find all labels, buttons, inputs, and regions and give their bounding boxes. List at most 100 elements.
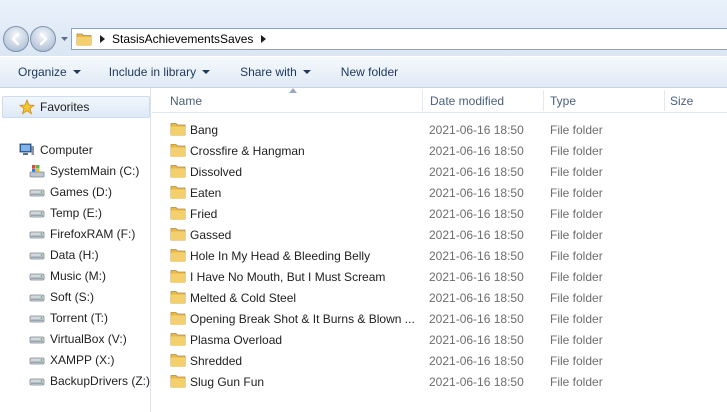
sidebar-item-drive[interactable]: FirefoxRAM (F:) <box>29 224 135 244</box>
sidebar-item-drive[interactable]: BackupDrivers (Z:) <box>29 371 150 391</box>
file-row[interactable]: Opening Break Shot & It Burns & Blown ..… <box>152 308 727 329</box>
file-name: Bang <box>190 122 219 137</box>
breadcrumb-separator[interactable] <box>98 35 106 43</box>
file-type: File folder <box>550 206 603 221</box>
file-date-modified: 2021-06-16 18:50 <box>429 164 524 179</box>
file-name: Dissolved <box>190 164 243 179</box>
organize-label: Organize <box>18 65 67 79</box>
folder-icon <box>170 312 186 325</box>
sidebar-item-label: VirtualBox (V:) <box>50 332 127 346</box>
sidebar-item-drive[interactable]: VirtualBox (V:) <box>29 329 127 349</box>
file-row[interactable]: Crossfire & Hangman 2021-06-16 18:50 File … <box>152 140 727 161</box>
file-date-modified: 2021-06-16 18:50 <box>429 374 524 389</box>
column-header-size[interactable]: Size <box>666 88 726 113</box>
new-folder-button[interactable]: New folder <box>331 57 408 87</box>
column-header-bar: Name Date modified Type Size <box>152 88 727 113</box>
column-header-name[interactable]: Name <box>166 88 422 113</box>
file-row[interactable]: Plasma Overload 2021-06-16 18:50 File fold… <box>152 329 727 350</box>
file-type: File folder <box>550 143 603 158</box>
chevron-right-icon <box>260 35 266 43</box>
sidebar-item-drive[interactable]: SystemMain (C:) <box>29 161 139 181</box>
file-type: File folder <box>550 269 603 284</box>
navigation-pane: Favorites Computer SystemMain (C:) Games … <box>0 88 151 412</box>
folder-icon <box>170 333 186 346</box>
folder-icon <box>170 144 186 157</box>
file-row[interactable]: Fried 2021-06-16 18:50 File folder <box>152 203 727 224</box>
forward-button[interactable] <box>30 26 56 52</box>
organize-button[interactable]: Organize <box>8 57 91 87</box>
sidebar-item-drive[interactable]: Temp (E:) <box>29 203 102 223</box>
sidebar-item-drive[interactable]: Soft (S:) <box>29 287 94 307</box>
folder-icon <box>170 291 186 304</box>
drive-icon <box>29 310 45 326</box>
drive-icon <box>29 373 45 389</box>
file-row[interactable]: Shredded 2021-06-16 18:50 File folder <box>152 350 727 371</box>
breadcrumb-separator[interactable] <box>259 35 267 43</box>
column-resizer[interactable] <box>422 90 423 111</box>
file-type: File folder <box>550 185 603 200</box>
column-resizer[interactable] <box>664 90 665 111</box>
folder-icon <box>170 354 186 367</box>
folder-icon <box>76 33 92 46</box>
sidebar-item-drive[interactable]: XAMPP (X:) <box>29 350 114 370</box>
star-icon <box>19 99 35 115</box>
recent-pages-dropdown[interactable] <box>60 33 69 45</box>
folder-icon <box>170 249 186 262</box>
file-date-modified: 2021-06-16 18:50 <box>429 227 524 242</box>
file-name: Eaten <box>190 185 222 200</box>
file-name: Shredded <box>190 353 243 368</box>
file-type: File folder <box>550 353 603 368</box>
file-date-modified: 2021-06-16 18:50 <box>429 143 524 158</box>
file-date-modified: 2021-06-16 18:50 <box>429 311 524 326</box>
file-row[interactable]: Gassed 2021-06-16 18:50 File folder <box>152 224 727 245</box>
file-row[interactable]: I Have No Mouth, But I Must Scream 2021-0… <box>152 266 727 287</box>
file-date-modified: 2021-06-16 18:50 <box>429 122 524 137</box>
file-date-modified: 2021-06-16 18:50 <box>429 269 524 284</box>
file-row[interactable]: Slug Gun Fun 2021-06-16 18:50 File folder <box>152 371 727 392</box>
include-in-library-button[interactable]: Include in library <box>99 57 220 87</box>
drive-icon <box>29 268 45 284</box>
folder-icon <box>170 123 186 136</box>
share-with-button[interactable]: Share with <box>230 57 321 87</box>
file-name: Crossfire & Hangman <box>190 143 305 158</box>
file-name: Plasma Overload <box>190 332 283 347</box>
folder-icon <box>170 270 186 283</box>
address-input[interactable]: StasisAchievementsSaves <box>71 28 727 50</box>
include-in-library-label: Include in library <box>108 65 197 79</box>
sidebar-item-label: Data (H:) <box>50 248 99 262</box>
chevron-right-icon <box>99 35 105 43</box>
share-with-label: Share with <box>240 65 297 79</box>
back-button[interactable] <box>3 26 29 52</box>
file-row[interactable]: Bang 2021-06-16 18:50 File folder <box>152 119 727 140</box>
file-type: File folder <box>550 332 603 347</box>
folder-icon <box>170 375 186 388</box>
column-resizer[interactable] <box>543 90 544 111</box>
drive-icon <box>29 289 45 305</box>
sidebar-item-drive[interactable]: Games (D:) <box>29 182 112 202</box>
sidebar-item-drive[interactable]: Data (H:) <box>29 245 99 265</box>
drive-icon <box>29 247 45 263</box>
sidebar-item-drive[interactable]: Music (M:) <box>29 266 106 286</box>
file-date-modified: 2021-06-16 18:50 <box>429 248 524 263</box>
sidebar-item-computer[interactable]: Computer <box>19 140 93 160</box>
sidebar-item-favorites[interactable]: Favorites <box>2 96 150 118</box>
file-name: Gassed <box>190 227 232 242</box>
sidebar-item-drive[interactable]: Torrent (T:) <box>29 308 108 328</box>
file-row[interactable]: Dissolved 2021-06-16 18:50 File folder <box>152 161 727 182</box>
sidebar-item-label: Temp (E:) <box>50 206 103 220</box>
column-header-type[interactable]: Type <box>546 88 662 113</box>
breadcrumb-current[interactable]: StasisAchievementsSaves <box>112 32 253 46</box>
chevron-down-icon <box>61 37 68 41</box>
file-name: I Have No Mouth, But I Must Scream <box>190 269 386 284</box>
file-row[interactable]: Hole In My Head & Bleeding Belly 2021-06-… <box>152 245 727 266</box>
file-row[interactable]: Melted & Cold Steel 2021-06-16 18:50 File … <box>152 287 727 308</box>
sidebar-item-label: BackupDrivers (Z:) <box>50 374 151 388</box>
sidebar-item-label: SystemMain (C:) <box>50 164 140 178</box>
file-type: File folder <box>550 374 603 389</box>
file-date-modified: 2021-06-16 18:50 <box>429 353 524 368</box>
file-date-modified: 2021-06-16 18:50 <box>429 206 524 221</box>
file-type: File folder <box>550 122 603 137</box>
file-row[interactable]: Eaten 2021-06-16 18:50 File folder <box>152 182 727 203</box>
column-header-date-modified[interactable]: Date modified <box>426 88 542 113</box>
file-date-modified: 2021-06-16 18:50 <box>429 185 524 200</box>
